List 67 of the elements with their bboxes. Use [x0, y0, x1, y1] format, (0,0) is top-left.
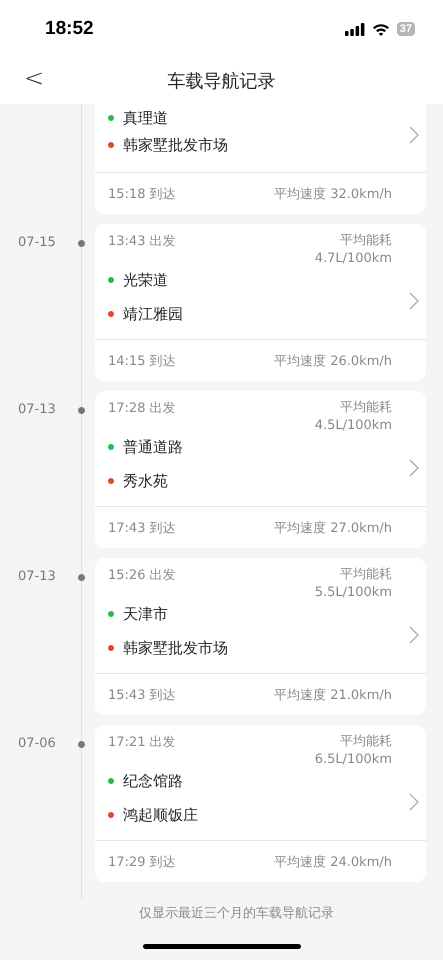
- back-button[interactable]: <: [20, 64, 48, 92]
- trip-card[interactable]: 13:43 出发 平均能耗 4.7L/100km 光荣道 靖江雅园 14:15 到达 平均速度 26.0km/h: [95, 224, 426, 381]
- energy-label: 平均能耗: [340, 399, 392, 417]
- destination-name: 鸿起顺饭庄: [123, 806, 198, 824]
- arrival-time: 15:43 到达: [108, 686, 176, 704]
- timeline-dot: [78, 240, 85, 247]
- average-speed: 平均速度 24.0km/h: [274, 854, 392, 870]
- departure-time: 15:26 出发: [108, 567, 176, 585]
- origin-dot: [108, 778, 114, 784]
- footer-note: 仅显示最近三个月的车载导航记录: [138, 905, 335, 922]
- average-speed: 平均速度 26.0km/h: [274, 352, 392, 370]
- average-speed: 平均速度 21.0km/h: [274, 686, 392, 704]
- destination-dot: [108, 311, 114, 317]
- average-speed: 平均速度 32.0km/h: [274, 186, 392, 202]
- origin-name: 普通道路: [123, 438, 183, 456]
- trip-date: 07-13: [18, 402, 56, 417]
- chevron-right-icon[interactable]: [408, 292, 420, 310]
- energy-label: 平均能耗: [340, 232, 392, 250]
- destination-dot: [108, 142, 114, 148]
- departure-time: 13:43 出发: [108, 233, 176, 251]
- wifi-icon: [372, 22, 390, 36]
- energy-value: 5.5L/100km: [314, 584, 392, 602]
- energy-value: 4.7L/100km: [314, 250, 392, 268]
- average-speed: 平均速度 27.0km/h: [274, 520, 392, 536]
- arrival-time: 17:29 到达: [108, 854, 176, 870]
- departure-time: 17:21 出发: [108, 734, 176, 752]
- chevron-right-icon[interactable]: [408, 626, 420, 644]
- trip-card[interactable]: 17:21 出发 平均能耗 6.5L/100km 纪念馆路 鸿起顺饭庄 17:29 到达 平均速度 24.0km/h: [95, 725, 426, 882]
- trip-card[interactable]: 17:28 出发 平均能耗 4.5L/100km 普通道路 秀水苑 17:43 到达 平均速度 27.0km/h: [95, 391, 426, 548]
- destination-dot: [108, 645, 114, 651]
- page-title: 车载导航记录: [168, 70, 276, 93]
- energy-value: 6.5L/100km: [314, 751, 392, 769]
- destination-dot: [108, 478, 114, 484]
- trip-card[interactable]: 15:26 出发 平均能耗 5.5L/100km 天津市 韩家墅批发市场 15:43 到达 平均速度 21.0km/h: [95, 558, 426, 715]
- arrival-time: 15:18 到达: [108, 186, 176, 202]
- arrival-time: 14:15 到达: [108, 352, 176, 370]
- signal-icon: [344, 22, 365, 36]
- trip-card[interactable]: 真理道 韩家墅批发市场 15:18 到达 平均速度 32.0km/h: [95, 104, 426, 214]
- chevron-right-icon[interactable]: [408, 459, 420, 477]
- battery-level: 37: [396, 22, 415, 36]
- trip-date: 07-06: [18, 736, 56, 751]
- status-time: 18:52: [45, 18, 94, 40]
- origin-dot: [108, 444, 114, 450]
- energy-value: 4.5L/100km: [314, 417, 392, 435]
- timeline-dot: [78, 407, 85, 414]
- destination-name: 韩家墅批发市场: [123, 136, 228, 154]
- destination-name: 韩家墅批发市场: [123, 638, 228, 658]
- destination-dot: [108, 812, 114, 818]
- trip-date: 07-13: [18, 569, 56, 584]
- destination-name: 秀水苑: [123, 472, 168, 490]
- origin-dot: [108, 611, 114, 617]
- timeline-dot: [78, 741, 85, 748]
- timeline-dot: [78, 574, 85, 581]
- origin-name: 真理道: [123, 108, 168, 128]
- chevron-right-icon[interactable]: [408, 793, 420, 811]
- departure-time: 17:28 出发: [108, 400, 176, 418]
- chevron-right-icon[interactable]: [408, 126, 420, 144]
- origin-dot: [108, 115, 114, 121]
- origin-dot: [108, 277, 114, 283]
- energy-label: 平均能耗: [340, 733, 392, 751]
- origin-name: 天津市: [123, 604, 168, 624]
- destination-name: 靖江雅园: [123, 304, 183, 324]
- trip-date: 07-15: [18, 235, 56, 250]
- origin-name: 光荣道: [123, 270, 168, 290]
- energy-label: 平均能耗: [340, 566, 392, 584]
- arrival-time: 17:43 到达: [108, 520, 176, 536]
- origin-name: 纪念馆路: [123, 772, 183, 790]
